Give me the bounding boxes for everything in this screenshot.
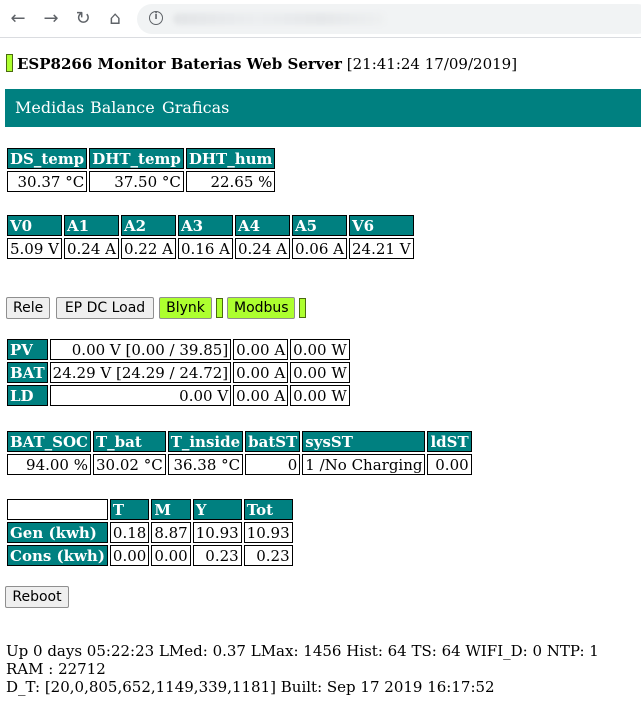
analog-value-a1: 0.24 A [64,238,119,259]
energy-value: 0.00 [109,545,150,566]
analog-value-a3: 0.16 A [178,238,233,259]
battery-header-t-bat: T_bat [93,431,166,452]
status-led [6,54,13,72]
power-label: LD [7,385,48,406]
temp-value-ds: 30.37 °C [7,171,88,192]
energy-value: 10.93 [243,522,293,543]
power-row-pv: PV 0.00 V [0.00 / 39.85] 0.00 A 0.00 W [7,339,350,360]
modbus-button[interactable]: Modbus [227,297,295,319]
home-icon[interactable]: ⌂ [103,6,127,30]
analog-value-a4: 0.24 A [235,238,290,259]
analog-header-v0: V0 [7,215,62,236]
analog-header-a1: A1 [64,215,119,236]
info-icon[interactable]: i [149,11,163,25]
page-title: ESP8266 Monitor Baterias Web Server [21:… [6,54,517,73]
power-label: BAT [7,362,48,383]
battery-value-t-bat: 30.02 °C [93,454,166,475]
power-row-ld: LD 0.00 V 0.00 A 0.00 W [7,385,350,406]
top-nav: Medidas Balance Graficas [5,89,641,127]
analog-header-a4: A4 [235,215,290,236]
url-text-redacted [173,13,385,25]
analog-header-v6: V6 [349,215,414,236]
energy-value: 0.23 [243,545,293,566]
power-watts: 0.00 W [290,362,350,383]
energy-row-label: Cons (kwh) [7,545,108,566]
power-watts: 0.00 W [290,339,350,360]
battery-value-sys-st: 1 /No Charging [302,454,426,475]
page-title-text: ESP8266 Monitor Baterias Web Server [17,55,342,73]
blynk-button[interactable]: Blynk [159,297,212,319]
status-line-build: D_T: [20,0,805,652,1149,339,1181] Built:… [6,678,495,696]
energy-row-cons: Cons (kwh) 0.00 0.00 0.23 0.23 [7,545,293,566]
forward-icon[interactable]: → [39,6,63,30]
back-icon[interactable]: ← [6,6,30,30]
battery-header-ld-st: ldST [427,431,472,452]
power-label: PV [7,339,48,360]
power-voltage: 24.29 V [24.29 / 24.72] [49,362,232,383]
temp-header-dht-temp: DHT_temp [89,148,184,169]
energy-header-m: M [151,499,191,520]
ep-dc-load-button[interactable]: EP DC Load [56,297,154,319]
analog-header-a3: A3 [178,215,233,236]
nav-link-graficas[interactable]: Graficas [162,99,229,117]
energy-value: 8.87 [151,522,191,543]
system-status: Up 0 days 05:22:23 LMed: 0.37 LMax: 1456… [6,642,636,696]
energy-value: 10.93 [192,522,242,543]
power-current: 0.00 A [233,339,289,360]
energy-header-blank [7,499,108,520]
energy-header-t: T [109,499,150,520]
energy-value: 0.18 [109,522,150,543]
temp-header-ds: DS_temp [7,148,88,169]
energy-header-y: Y [192,499,242,520]
energy-value: 0.23 [192,545,242,566]
reload-icon[interactable]: ↻ [71,6,95,30]
reboot-button[interactable]: Reboot [5,586,69,608]
blynk-status-led [216,298,223,318]
energy-row-label: Gen (kwh) [7,522,108,543]
power-row-bat: BAT 24.29 V [24.29 / 24.72] 0.00 A 0.00 … [7,362,350,383]
power-voltage: 0.00 V [0.00 / 39.85] [49,339,232,360]
battery-value-soc: 94.00 % [7,454,91,475]
page-timestamp: [21:41:24 17/09/2019] [346,55,518,73]
analog-value-a2: 0.22 A [121,238,176,259]
power-voltage: 0.00 V [49,385,232,406]
battery-value-ld-st: 0.00 [427,454,472,475]
battery-header-t-inside: T_inside [167,431,244,452]
status-line-uptime: Up 0 days 05:22:23 LMed: 0.37 LMax: 1456… [6,642,599,678]
temperature-table: DS_temp DHT_temp DHT_hum 30.37 °C 37.50 … [5,146,277,194]
modbus-status-led [299,298,306,318]
battery-header-bat-st: batST [245,431,301,452]
energy-table: T M Y Tot Gen (kwh) 0.18 8.87 10.93 10.9… [5,497,295,568]
analog-header-a2: A2 [121,215,176,236]
battery-value-t-inside: 36.38 °C [167,454,244,475]
analog-value-v6: 24.21 V [349,238,414,259]
nav-link-balance[interactable]: Balance [90,99,155,117]
analog-table: V0 A1 A2 A3 A4 A5 V6 5.09 V 0.24 A 0.22 … [5,213,416,261]
temp-value-dht-temp: 37.50 °C [89,171,184,192]
temp-value-dht-hum: 22.65 % [185,171,276,192]
energy-row-gen: Gen (kwh) 0.18 8.87 10.93 10.93 [7,522,293,543]
battery-value-bat-st: 0 [245,454,301,475]
address-bar[interactable]: i [137,4,641,34]
power-watts: 0.00 W [290,385,350,406]
analog-value-a5: 0.06 A [292,238,347,259]
power-table: PV 0.00 V [0.00 / 39.85] 0.00 A 0.00 W B… [5,337,352,408]
power-current: 0.00 A [233,362,289,383]
energy-value: 0.00 [151,545,191,566]
power-current: 0.00 A [233,385,289,406]
analog-value-v0: 5.09 V [7,238,62,259]
rele-button[interactable]: Rele [6,297,50,319]
energy-header-tot: Tot [243,499,293,520]
temp-header-dht-hum: DHT_hum [185,148,276,169]
analog-header-a5: A5 [292,215,347,236]
nav-link-medidas[interactable]: Medidas [15,99,84,117]
browser-toolbar: ← → ↻ ⌂ i [0,0,641,38]
battery-header-sys-st: sysST [302,431,426,452]
battery-header-soc: BAT_SOC [7,431,91,452]
battery-table: BAT_SOC T_bat T_inside batST sysST ldST … [5,429,474,477]
